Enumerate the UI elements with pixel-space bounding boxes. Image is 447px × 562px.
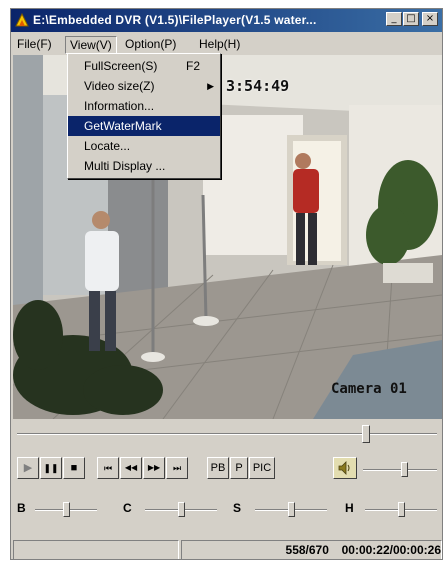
volume-slider-thumb[interactable] bbox=[400, 462, 408, 477]
menu-item-fullscreen-label: FullScreen(S) bbox=[84, 59, 158, 73]
app-icon bbox=[15, 12, 29, 27]
position-slider-thumb[interactable] bbox=[361, 425, 370, 443]
status-pane-progress: 558/670 00:00:22/00:00:26 bbox=[181, 540, 442, 559]
menu-item-information-label: Information... bbox=[84, 99, 155, 113]
contrast-label: C bbox=[123, 501, 132, 515]
menu-item-get-watermark[interactable]: GetWaterMark bbox=[68, 116, 220, 136]
status-bar: 558/670 00:00:22/00:00:26 bbox=[11, 540, 442, 559]
menu-item-locate[interactable]: Locate... bbox=[68, 136, 220, 156]
menu-option[interactable]: Option(P) bbox=[121, 36, 180, 52]
pic-button[interactable]: PIC bbox=[249, 457, 275, 479]
volume-button[interactable] bbox=[333, 457, 357, 479]
file-player-window: E:\Embedded DVR (V1.5)\FilePlayer(V1.5 w… bbox=[10, 8, 443, 560]
menu-help[interactable]: Help(H) bbox=[195, 36, 244, 52]
contrast-slider-thumb[interactable] bbox=[178, 502, 185, 517]
title-bar[interactable]: E:\Embedded DVR (V1.5)\FilePlayer(V1.5 w… bbox=[11, 9, 442, 32]
brightness-slider-thumb[interactable] bbox=[63, 502, 70, 517]
pause-button[interactable]: ❚❚ bbox=[40, 457, 62, 479]
menu-bar: File(F) View(V) Option(P) Help(H) bbox=[11, 34, 442, 54]
video-timestamp: 3:54:49 bbox=[226, 77, 290, 95]
to-end-button[interactable]: ⏭ bbox=[166, 457, 188, 479]
menu-item-video-size-label: Video size(Z) bbox=[84, 79, 155, 93]
menu-file[interactable]: File(F) bbox=[13, 36, 56, 52]
play-button[interactable]: ▶ bbox=[17, 457, 39, 479]
fast-forward-button[interactable]: ▶▶ bbox=[143, 457, 165, 479]
time-counter: 00:00:22/00:00:26 bbox=[341, 543, 441, 557]
p-button[interactable]: P bbox=[230, 457, 248, 479]
minimize-button[interactable]: _ bbox=[386, 12, 402, 26]
menu-item-multi-display-label: Multi Display ... bbox=[84, 159, 166, 173]
menu-item-information[interactable]: Information... bbox=[68, 96, 220, 116]
saturation-label: S bbox=[233, 501, 242, 515]
menu-item-get-watermark-label: GetWaterMark bbox=[84, 119, 162, 133]
menu-item-locate-label: Locate... bbox=[84, 139, 131, 153]
view-menu-dropdown: FullScreen(S) F2 Video size(Z) ▶ Informa… bbox=[67, 53, 221, 179]
brightness-label: B bbox=[17, 501, 26, 515]
speaker-icon bbox=[338, 461, 350, 475]
position-track[interactable] bbox=[17, 433, 437, 435]
menu-item-fullscreen[interactable]: FullScreen(S) F2 bbox=[68, 56, 220, 76]
to-start-button[interactable]: ⏮ bbox=[97, 457, 119, 479]
close-button[interactable]: × bbox=[422, 12, 438, 26]
menu-item-video-size[interactable]: Video size(Z) ▶ bbox=[68, 76, 220, 96]
hue-slider-thumb[interactable] bbox=[398, 502, 405, 517]
status-pane-empty bbox=[13, 540, 179, 559]
camera-label: Camera 01 bbox=[331, 381, 407, 397]
control-panel: ▶ ❚❚ ■ ⏮ ◀◀ ▶▶ ⏭ PB P PIC B C S H 558/67… bbox=[11, 419, 442, 559]
menu-item-multi-display[interactable]: Multi Display ... bbox=[68, 156, 220, 176]
stop-button[interactable]: ■ bbox=[63, 457, 85, 479]
frame-counter: 558/670 bbox=[285, 543, 329, 557]
menu-view[interactable]: View(V) bbox=[65, 36, 117, 54]
submenu-arrow-icon: ▶ bbox=[207, 81, 214, 91]
pb-button[interactable]: PB bbox=[207, 457, 229, 479]
hue-label: H bbox=[345, 501, 354, 515]
saturation-slider-thumb[interactable] bbox=[288, 502, 295, 517]
window-title: E:\Embedded DVR (V1.5)\FilePlayer(V1.5 w… bbox=[33, 13, 317, 27]
maximize-button[interactable]: □ bbox=[403, 12, 419, 26]
fullscreen-shortcut: F2 bbox=[186, 59, 201, 73]
rewind-button[interactable]: ◀◀ bbox=[120, 457, 142, 479]
